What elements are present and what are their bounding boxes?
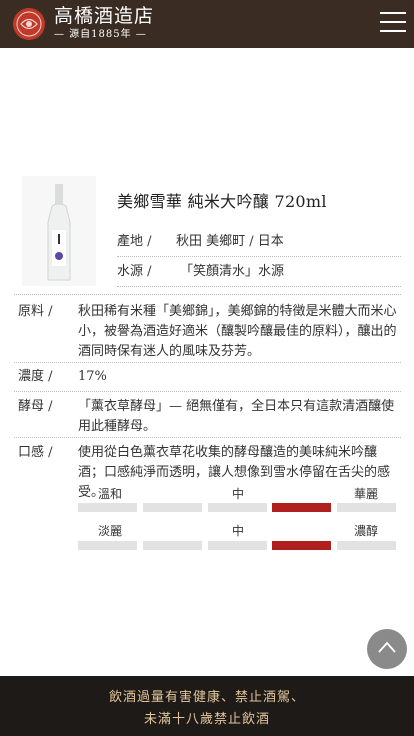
- brand-logo-icon[interactable]: [12, 7, 46, 41]
- taste-scale-segment: [337, 541, 396, 550]
- spec-label-yeast: 酵母 /: [18, 399, 53, 414]
- legal-footer: 飲酒過量有害健康、禁止酒駕、 未滿十八歲禁止飲酒: [0, 676, 414, 736]
- spec-value-ingredient: 秋田稀有米種「美鄉錦」，美鄉錦的特徵是米體大而米心小，被譽為酒造好適米（釀製吟釀…: [78, 304, 397, 359]
- footer-warning-line-1: 飲酒過量有害健康、禁止酒駕、: [108, 690, 305, 705]
- origin-value: 秋田 美鄉町 / 日本: [176, 234, 284, 249]
- divider: [14, 391, 401, 392]
- taste-scale-segment: [208, 503, 267, 512]
- taste-scale-segment-active: [272, 503, 331, 512]
- taste-scale-segment: [143, 503, 202, 512]
- divider: [14, 294, 401, 295]
- divider: [14, 362, 401, 363]
- footer-warning-line-2: 未滿十八歲禁止飲酒: [143, 712, 270, 727]
- taste-scale-segment: [337, 503, 396, 512]
- spec-label-taste: 口感 /: [18, 445, 53, 460]
- divider: [117, 256, 401, 257]
- spec-value-abv: 17%: [78, 369, 107, 384]
- water-value: 「笑顏清水」水源: [180, 264, 285, 279]
- spec-label-abv: 濃度 /: [18, 369, 53, 384]
- spec-label-ingredient: 原料 /: [18, 304, 53, 319]
- taste-scale-segment: [78, 503, 137, 512]
- site-header: 高橋酒造店 — 源自1885年 —: [0, 0, 414, 48]
- taste-scale-segment: [78, 541, 137, 550]
- taste-scale-segment: [208, 541, 267, 550]
- scale1-right-label: 華麗: [353, 487, 378, 501]
- water-label: 水源 /: [117, 264, 152, 279]
- scale2-middle-label: 中: [231, 524, 244, 538]
- scale2-right-label: 濃醇: [353, 524, 378, 538]
- origin-label: 產地 /: [117, 234, 152, 249]
- scale2-left-label: 淡麗: [97, 524, 122, 538]
- taste-scale-segment-active: [272, 541, 331, 550]
- taste-scale-segment: [143, 541, 202, 550]
- product-title: 美鄉雪華 純米大吟釀 720ml: [117, 192, 327, 211]
- divider: [14, 437, 401, 438]
- scale1-left-label: 溫和: [97, 487, 122, 501]
- brand-name[interactable]: 高橋酒造店: [54, 5, 154, 27]
- spec-value-yeast: 「薰衣草酵母」— 絕無僅有，全日本只有這款清酒釀使用此種酵母。: [78, 399, 395, 434]
- brand-since: — 源自1885年 —: [54, 29, 147, 40]
- divider: [117, 286, 401, 287]
- chevron-up-icon: [378, 641, 396, 653]
- hamburger-menu-icon[interactable]: [380, 10, 406, 36]
- scale1-middle-label: 中: [231, 487, 244, 501]
- sake-bottle-image: [22, 176, 96, 286]
- back-to-top-button[interactable]: [367, 629, 407, 669]
